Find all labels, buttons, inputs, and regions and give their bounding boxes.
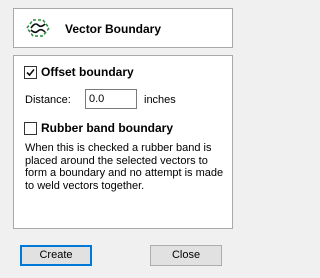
distance-input[interactable] [85, 89, 137, 109]
rubber-band-boundary-label: Rubber band boundary [41, 121, 173, 135]
create-button[interactable]: Create [20, 245, 92, 266]
offset-boundary-option[interactable]: Offset boundary [24, 65, 134, 79]
rubber-band-description: When this is checked a rubber band is pl… [25, 142, 224, 192]
options-panel: Offset boundary Distance: inches Rubber … [13, 55, 233, 229]
offset-boundary-label: Offset boundary [41, 65, 134, 79]
distance-label: Distance: [25, 94, 71, 106]
vector-boundary-icon [23, 15, 53, 41]
title-panel: Vector Boundary [13, 8, 233, 48]
close-button[interactable]: Close [150, 245, 222, 266]
rubber-band-boundary-checkbox[interactable] [24, 121, 37, 135]
offset-boundary-checkbox[interactable] [24, 65, 37, 79]
page-title: Vector Boundary [65, 22, 162, 36]
rubber-band-boundary-option[interactable]: Rubber band boundary [24, 121, 173, 135]
distance-units: inches [144, 94, 176, 106]
